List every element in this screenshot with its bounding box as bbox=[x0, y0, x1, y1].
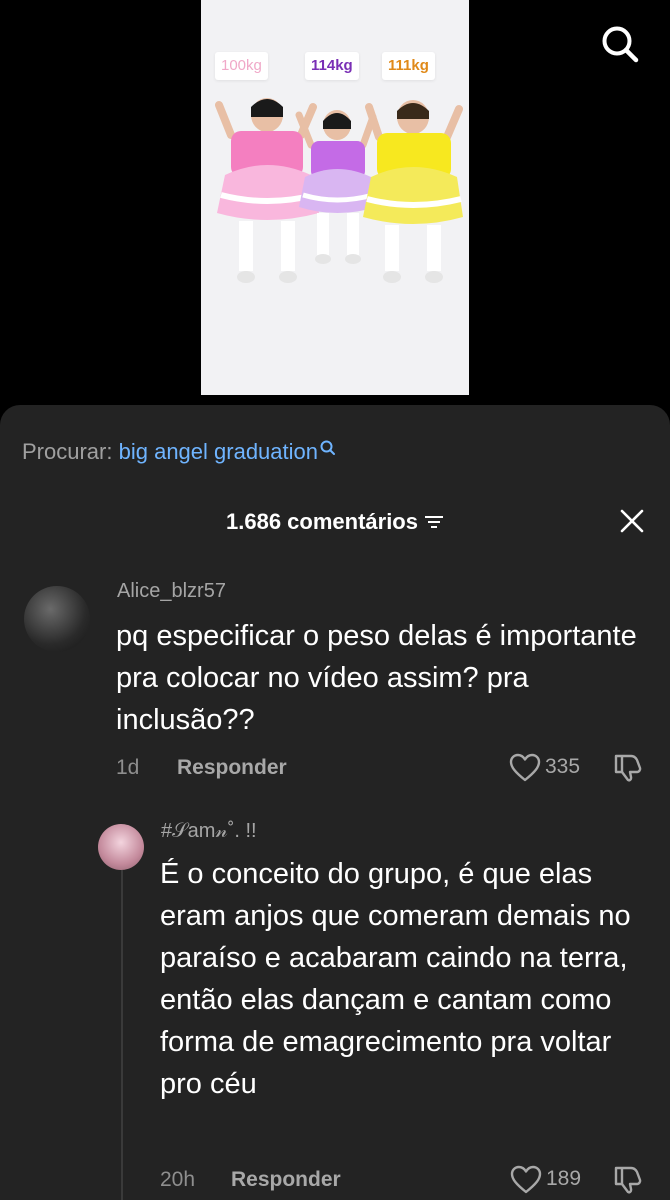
avatar[interactable] bbox=[24, 586, 90, 652]
avatar[interactable] bbox=[98, 824, 144, 870]
search-suggestion-label: Procurar: bbox=[22, 439, 113, 464]
reply-button[interactable]: Responder bbox=[177, 756, 287, 780]
comment-age: 1d bbox=[116, 756, 140, 779]
video-area[interactable]: 100kg 114kg 111kg bbox=[0, 0, 670, 405]
comment-username[interactable]: #𝒮am𝓃˚. !! bbox=[161, 820, 257, 843]
heart-outline-icon bbox=[510, 1165, 542, 1194]
heart-outline-icon bbox=[509, 753, 541, 782]
thumbs-down-icon[interactable] bbox=[612, 751, 644, 783]
comment-text: pq especificar o peso delas é importante… bbox=[116, 620, 637, 736]
comment-age: 20h bbox=[160, 1168, 196, 1191]
comment-username[interactable]: Alice_blzr57 bbox=[117, 580, 226, 603]
thumbs-down-icon[interactable] bbox=[612, 1163, 644, 1195]
like-button[interactable]: 189 bbox=[510, 1165, 590, 1195]
dancer-purple bbox=[295, 110, 377, 264]
weight-label-3: 111kg bbox=[382, 52, 435, 80]
comments-sheet: Procurar: big angel graduation 1.686 com… bbox=[0, 405, 670, 1200]
dancers-illustration bbox=[215, 98, 463, 283]
search-icon bbox=[319, 437, 337, 463]
like-count: 335 bbox=[545, 755, 581, 778]
like-count: 189 bbox=[546, 1167, 582, 1190]
weight-labels: 100kg 114kg 111kg bbox=[201, 52, 469, 82]
reply-thread-line bbox=[121, 870, 123, 1200]
video-player[interactable]: 100kg 114kg 111kg bbox=[201, 0, 469, 395]
sort-lines-icon[interactable] bbox=[424, 510, 444, 536]
like-button[interactable]: 335 bbox=[509, 753, 589, 783]
dancer-yellow bbox=[363, 100, 463, 283]
close-icon[interactable] bbox=[618, 507, 646, 535]
weight-label-2: 114kg bbox=[305, 52, 359, 80]
weight-label-1: 100kg bbox=[215, 52, 268, 80]
search-icon[interactable] bbox=[598, 22, 642, 66]
comments-header: 1.686 comentários bbox=[0, 509, 670, 536]
search-suggestion-query[interactable]: big angel graduation bbox=[119, 439, 318, 464]
reply-button[interactable]: Responder bbox=[231, 1168, 341, 1192]
comments-count: 1.686 comentários bbox=[226, 509, 418, 534]
search-suggestion[interactable]: Procurar: big angel graduation bbox=[22, 439, 337, 465]
comment-text: É o conceito do grupo, é que elas eram a… bbox=[160, 858, 631, 1100]
